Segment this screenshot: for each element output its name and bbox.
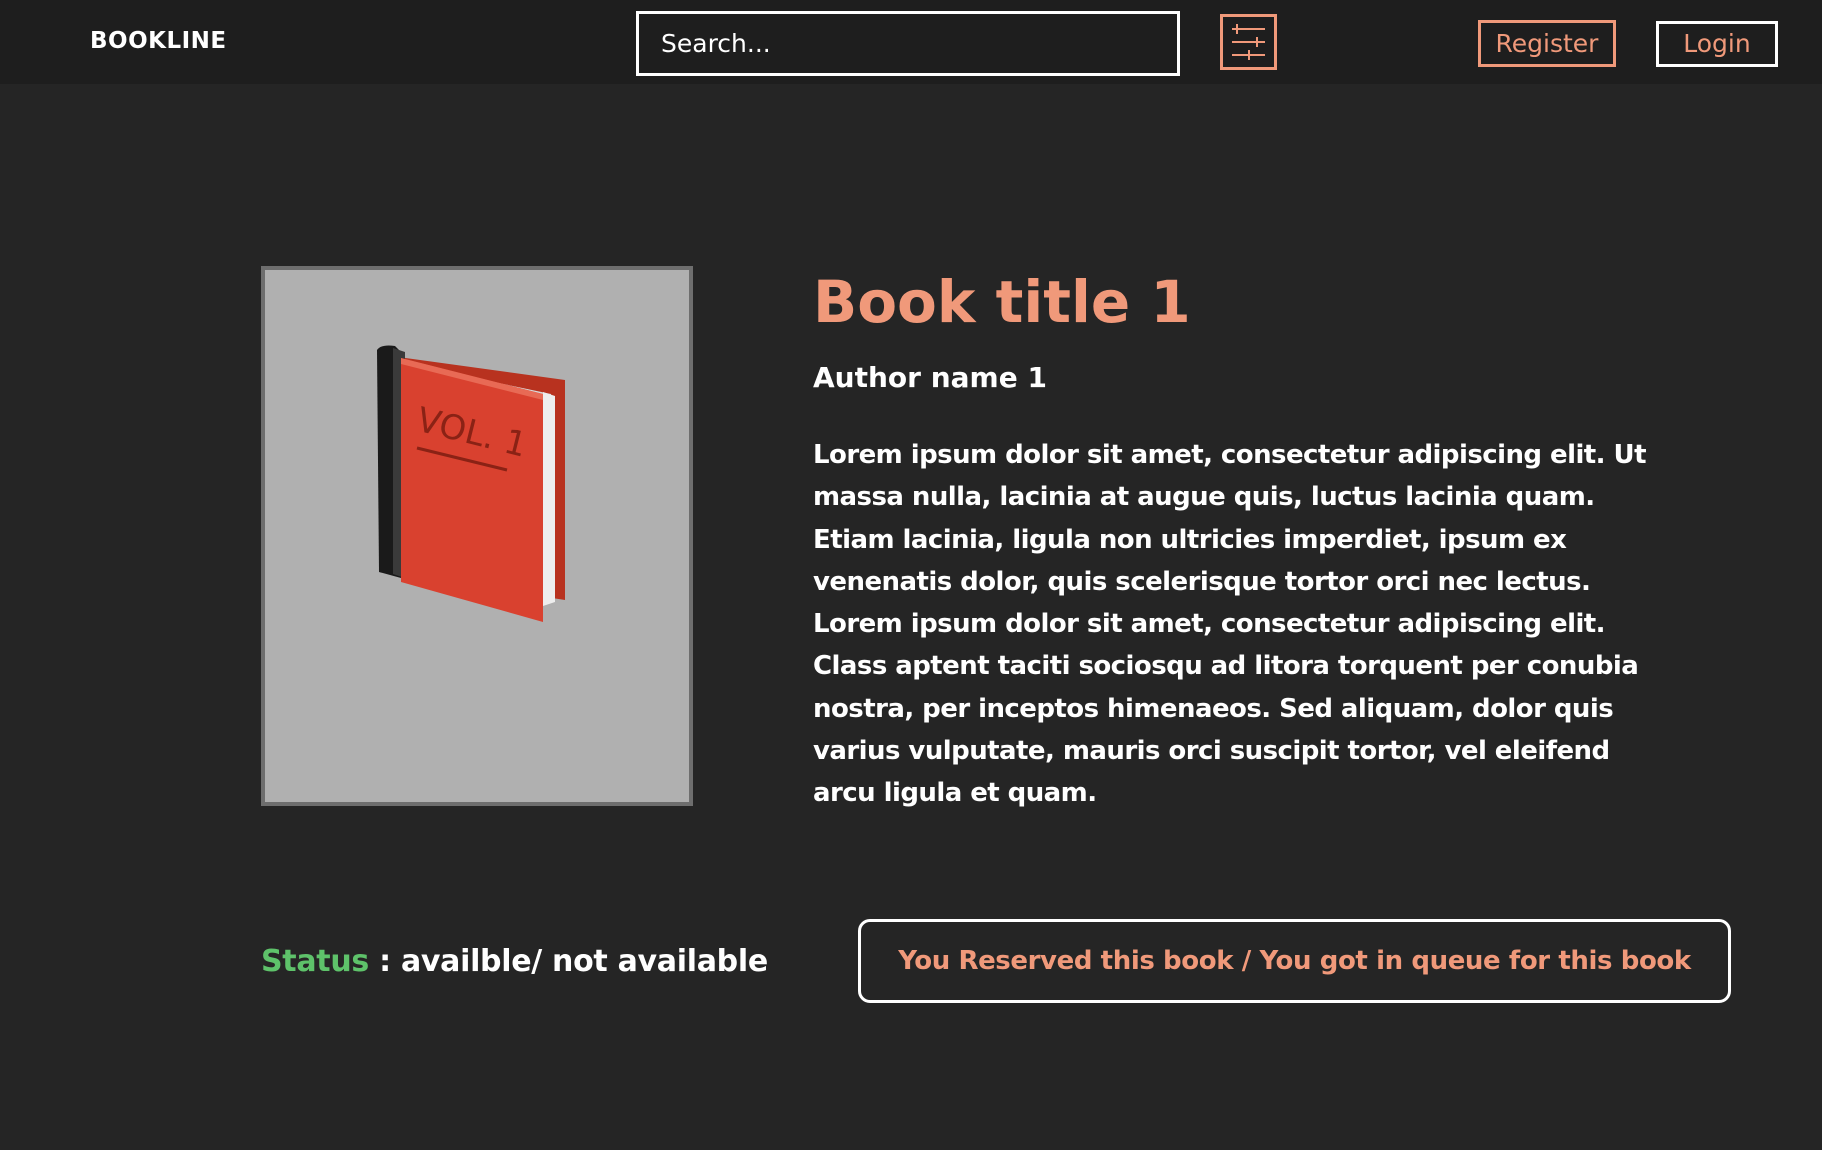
navbar: BOOKLINE Register Login <box>0 0 1822 84</box>
status-label: Status <box>261 944 369 979</box>
register-button[interactable]: Register <box>1478 20 1616 67</box>
book-cover: VOL. 1 <box>261 266 693 806</box>
search-box[interactable] <box>636 11 1180 76</box>
availability-status: Status : availble/ not available <box>261 942 768 982</box>
reserve-button[interactable]: You Reserved this book / You got in queu… <box>858 919 1731 1003</box>
site-logo[interactable]: BOOKLINE <box>90 28 227 54</box>
sliders-icon <box>1232 24 1265 60</box>
book-author[interactable]: Author name 1 <box>813 358 1047 398</box>
status-value: : availble/ not available <box>368 944 768 979</box>
search-input[interactable] <box>639 14 1177 73</box>
filter-button[interactable] <box>1220 14 1277 70</box>
book-description: Lorem ipsum dolor sit amet, consectetur … <box>813 440 1647 809</box>
login-button[interactable]: Login <box>1656 21 1778 67</box>
book-cover-icon: VOL. 1 <box>377 345 565 622</box>
book-title: Book title 1 <box>813 268 1191 336</box>
